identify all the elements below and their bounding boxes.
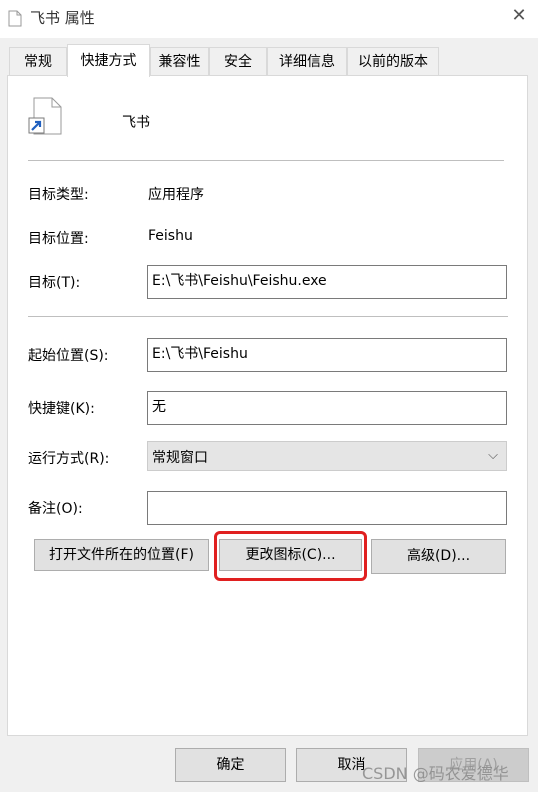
- run-select[interactable]: 常规窗口 ⌵: [147, 441, 507, 471]
- tab-details[interactable]: 详细信息: [267, 47, 347, 75]
- advanced-button[interactable]: 高级(D)...: [371, 539, 506, 574]
- target-location-label: 目标位置:: [28, 231, 89, 247]
- divider: [28, 316, 508, 317]
- start-in-input[interactable]: E:\飞书\Feishu: [147, 338, 507, 372]
- window-title: 飞书 属性: [30, 9, 95, 27]
- tab-previous-versions[interactable]: 以前的版本: [347, 47, 439, 75]
- run-select-value: 常规窗口: [152, 450, 208, 466]
- chevron-down-icon: ⌵: [488, 448, 498, 463]
- comment-label: 备注(O):: [28, 501, 83, 517]
- shortcut-file-icon: [28, 97, 62, 135]
- close-icon[interactable]: ✕: [508, 5, 530, 27]
- highlight-box: [214, 531, 367, 581]
- target-input[interactable]: E:\飞书\Feishu\Feishu.exe: [147, 265, 507, 299]
- target-type-value: 应用程序: [148, 187, 204, 203]
- tab-compatibility[interactable]: 兼容性: [150, 47, 209, 75]
- start-in-label: 起始位置(S):: [28, 348, 109, 364]
- ok-button[interactable]: 确定: [175, 748, 286, 782]
- run-label: 运行方式(R):: [28, 451, 110, 467]
- document-icon: [8, 10, 22, 27]
- comment-input[interactable]: [147, 491, 507, 525]
- tab-shortcut[interactable]: 快捷方式: [67, 44, 150, 77]
- open-file-location-button[interactable]: 打开文件所在的位置(F): [34, 539, 209, 571]
- shortcut-name: 飞书: [122, 115, 150, 131]
- hotkey-label: 快捷键(K):: [28, 401, 95, 417]
- hotkey-input[interactable]: 无: [147, 391, 507, 425]
- target-type-label: 目标类型:: [28, 187, 89, 203]
- target-location-value: Feishu: [148, 228, 193, 244]
- watermark: CSDN @码农爱德华: [362, 764, 509, 783]
- tab-general[interactable]: 常规: [9, 47, 67, 75]
- target-label: 目标(T):: [28, 275, 81, 291]
- divider: [28, 160, 504, 161]
- tab-security[interactable]: 安全: [209, 47, 267, 75]
